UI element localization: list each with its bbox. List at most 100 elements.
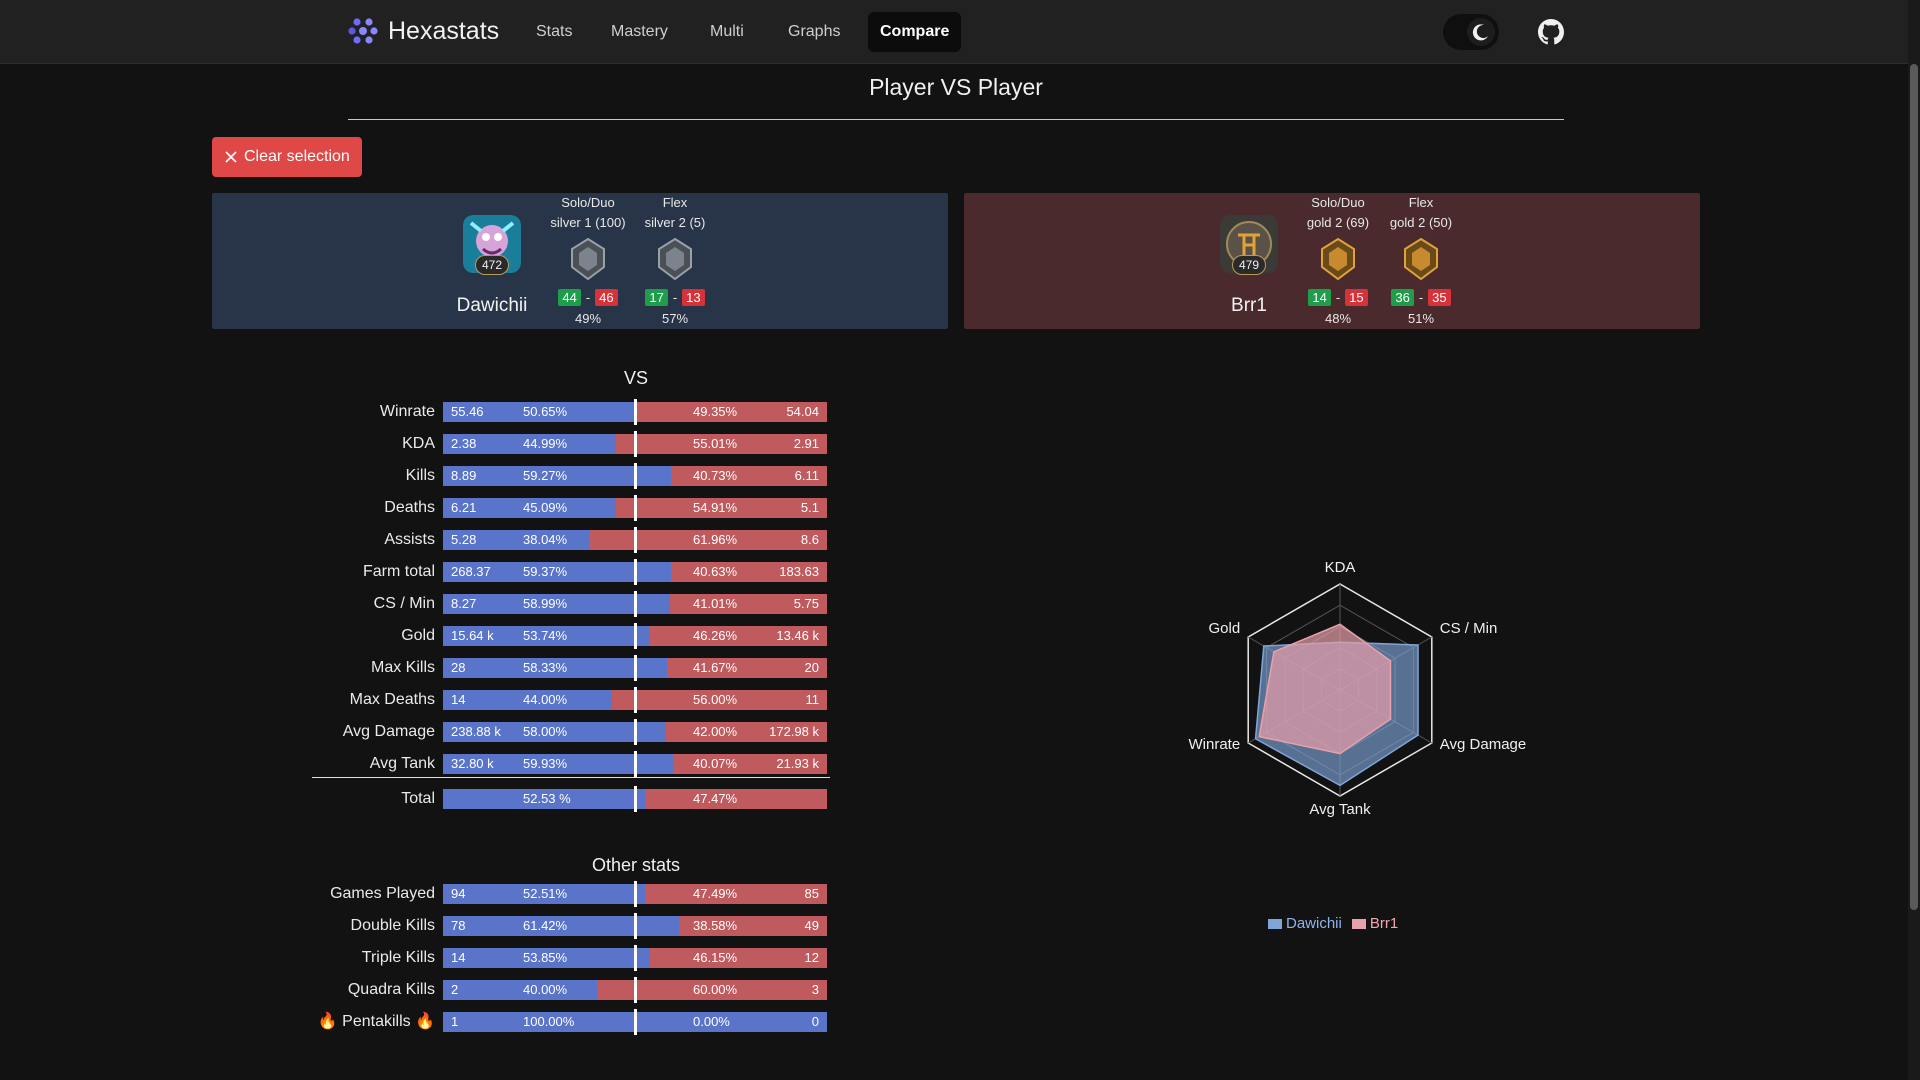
brand-name: Hexastats <box>388 16 500 45</box>
legend-item-brr1[interactable]: Brr1 <box>1351 915 1398 932</box>
player1-percent: 53.85% <box>523 950 568 965</box>
player1-value: 268.37 <box>451 564 491 579</box>
nav-mastery[interactable]: Mastery <box>599 12 680 52</box>
midpoint-marker <box>634 751 637 777</box>
scrollbar-thumb[interactable] <box>1910 64 1918 910</box>
player1-percent: 58.99% <box>523 596 568 611</box>
stat-label: 🔥 Pentakills 🔥 <box>317 1013 435 1030</box>
close-icon <box>225 151 237 163</box>
queue-title: Flex <box>1408 195 1434 210</box>
player2-value: 12 <box>804 950 819 965</box>
player1-value: 1 <box>451 1014 459 1029</box>
queue-winrate: 57% <box>661 311 689 326</box>
midpoint-marker <box>634 913 637 939</box>
stat-label: Deaths <box>384 499 435 516</box>
clear-selection-label: Clear selection <box>244 148 350 165</box>
player1-fill <box>443 980 597 1000</box>
midpoint-marker <box>634 591 637 617</box>
stat-row: Max Kills 28 58.33% 41.67% 20 <box>300 655 830 681</box>
midpoint-marker <box>634 559 637 585</box>
summoner-level: 479 <box>1232 255 1266 275</box>
stat-label: Double Kills <box>350 917 435 934</box>
player2-value: 6.11 <box>794 468 819 483</box>
page-title: Player VS Player <box>869 74 1043 100</box>
stat-label: Avg Tank <box>369 755 435 772</box>
player2-value: 5.75 <box>793 596 819 611</box>
player1-value: 2 <box>451 982 459 997</box>
player1-value: 32.80 k <box>451 756 494 771</box>
stat-row: Max Deaths 14 44.00% 56.00% 11 <box>300 687 830 713</box>
player2-value: 11 <box>805 692 820 707</box>
midpoint-marker <box>634 495 637 521</box>
player1-percent: 59.27% <box>523 468 568 483</box>
hexastats-logo-icon <box>348 18 378 44</box>
stat-row: CS / Min 8.27 58.99% 41.01% 5.75 <box>300 591 830 617</box>
player2-percent: 47.49% <box>693 886 738 901</box>
player2-value: 20 <box>804 660 819 675</box>
nav-compare[interactable]: Compare <box>868 12 962 52</box>
midpoint-marker <box>634 463 637 489</box>
stat-bar: 14 44.00% 56.00% 11 <box>443 687 827 713</box>
stat-bar: 2 40.00% 60.00% 3 <box>443 977 827 1003</box>
player1-value: 2.38 <box>451 436 477 451</box>
losses-badge: 13 <box>682 289 705 306</box>
losses-badge: 46 <box>595 289 618 306</box>
player2-percent: 38.58% <box>693 918 738 933</box>
player2-percent: 49.35% <box>693 404 738 419</box>
midpoint-marker <box>634 399 637 425</box>
stat-row: Assists 5.28 38.04% 61.96% 8.6 <box>300 527 830 553</box>
stat-row: Games Played 94 52.51% 47.49% 85 <box>300 881 830 907</box>
stat-row: Double Kills 78 61.42% 38.58% 49 <box>300 913 830 939</box>
player1-percent: 44.99% <box>523 436 568 451</box>
queue-winrate: 51% <box>1407 311 1435 326</box>
stat-label: Assists <box>384 531 435 548</box>
player2-value: 0 <box>811 1014 819 1029</box>
brand[interactable]: Hexastats <box>348 16 499 46</box>
total-row: Total 52.53 % 47.47% <box>300 786 830 812</box>
player2-percent: 41.67% <box>693 660 738 675</box>
stat-bar: 238.88 k 58.00% 42.00% 172.98 k <box>443 719 827 745</box>
radar-legend: Dawichii Brr1 <box>1268 915 1398 932</box>
stat-label: Total <box>401 790 435 807</box>
player2-percent: 47.47% <box>693 791 738 806</box>
stat-bar: 15.64 k 53.74% 46.26% 13.46 k <box>443 623 827 649</box>
player2-value: 3 <box>811 982 819 997</box>
player1-value: 14 <box>451 692 466 707</box>
stat-row: Winrate 55.46 50.65% 49.35% 54.04 <box>300 399 830 425</box>
legend-label: Dawichii <box>1286 915 1342 932</box>
stat-bar: 2.38 44.99% 55.01% 2.91 <box>443 431 827 457</box>
losses-badge: 35 <box>1428 289 1451 306</box>
nav-graphs[interactable]: Graphs <box>776 12 852 52</box>
github-icon[interactable] <box>1538 19 1564 50</box>
player1-percent: 40.00% <box>523 982 568 997</box>
queue-rank: gold 2 (50) <box>1389 215 1453 230</box>
player2-percent: 46.26% <box>693 628 738 643</box>
player-card-1: 472 Dawichii Solo/Duo silver 1 (100) 44-… <box>212 193 948 329</box>
player2-value: 8.6 <box>800 532 819 547</box>
stat-bar: 94 52.51% 47.49% 85 <box>443 881 827 907</box>
win-loss: 36-35 <box>1366 289 1476 306</box>
player2-percent: 41.01% <box>693 596 738 611</box>
player1-percent: 58.00% <box>523 724 568 739</box>
stat-row: Avg Damage 238.88 k 58.00% 42.00% 172.98 k <box>300 719 830 745</box>
player1-percent: 45.09% <box>523 500 568 515</box>
player2-value: 49 <box>804 918 819 933</box>
player1-value: 14 <box>451 950 466 965</box>
stat-label: CS / Min <box>373 595 435 612</box>
clear-selection-button[interactable]: Clear selection <box>212 137 362 177</box>
stat-label: Games Played <box>330 885 435 902</box>
nav-multi[interactable]: Multi <box>698 12 756 52</box>
dark-mode-toggle[interactable] <box>1443 14 1499 50</box>
stat-bar: 52.53 % 47.47% <box>443 786 827 812</box>
player1-percent: 38.04% <box>523 532 568 547</box>
player2-value: 54.04 <box>786 404 819 419</box>
player2-percent: 46.15% <box>693 950 738 965</box>
stat-bar: 32.80 k 59.93% 40.07% 21.93 k <box>443 751 827 777</box>
player1-value: 6.21 <box>451 500 477 515</box>
summoner-level: 472 <box>475 255 509 275</box>
legend-item-dawichii[interactable]: Dawichii <box>1268 915 1342 932</box>
nav-stats[interactable]: Stats <box>524 12 584 52</box>
stat-row: Quadra Kills 2 40.00% 60.00% 3 <box>300 977 830 1003</box>
midpoint-marker <box>634 687 637 713</box>
midpoint-marker <box>634 945 637 971</box>
